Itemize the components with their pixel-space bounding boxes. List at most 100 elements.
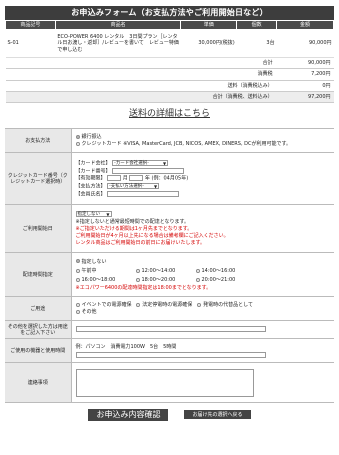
radio-delivery-morning[interactable]: [75, 268, 80, 273]
radio-bank[interactable]: [75, 134, 80, 139]
purpose-options-line: イベントでの電源確保 法定停電時の電源確保 発電時の代替品として: [75, 302, 331, 308]
delivery-option-12-14[interactable]: 12:00〜14:00: [135, 268, 196, 274]
radio-delivery-16-18[interactable]: [75, 277, 80, 282]
purpose-label: ご用途: [5, 296, 72, 321]
start-date-note-4: レンタル商品はご利用開始日の前日にお届けいたします。: [75, 240, 206, 247]
shipping-label: 送料（消費税込み）: [5, 80, 277, 92]
col-header-price: 単価: [180, 20, 238, 30]
radio-delivery-12-14[interactable]: [135, 268, 140, 273]
card-company-line: 【カード会社】 -カード会社選択- ▼: [75, 159, 331, 167]
card-company-select-value: -カード会社選択-: [114, 160, 149, 166]
card-row: クレジットカード番号（クレジットカード選択時） 【カード会社】 -カード会社選択…: [5, 152, 334, 205]
shipping-value: 0円: [276, 80, 334, 92]
card-method-label: 【支払方法】: [75, 183, 106, 190]
delivery-option-18-20[interactable]: 18:00〜20:00: [135, 277, 196, 284]
payment-card-note: ※VISA, MasterCard, JCB, NICOS, AMEX, DIN…: [123, 141, 291, 148]
card-expiry-example: (例：04月05年): [151, 175, 189, 182]
order-options-form: お支払方法 銀行振込 クレジットカード ※VISA, MasterCard, J…: [5, 128, 334, 403]
start-date-select-line: 指定しない ▼: [75, 210, 331, 218]
card-expiry-label: 【有効期限】: [75, 175, 106, 182]
delivery-option-20-21-label: 20:00〜21:00: [201, 277, 236, 284]
purpose-option-other-label: その他: [81, 309, 97, 316]
payment-option-bank[interactable]: 銀行振込: [75, 134, 331, 140]
equipment-label: ご使用の機器と使用時間: [5, 338, 72, 363]
card-number-line: 【カード番号】: [76, 167, 331, 175]
item-amount: 90,000円: [276, 29, 334, 58]
card-expiry-year-input[interactable]: [129, 175, 144, 182]
card-name-line: 【会員氏名】: [75, 190, 331, 198]
delivery-time-note: ※エコパワー6400の配達時間指定は18:00までとなります。: [75, 284, 212, 291]
confirm-order-button[interactable]: お申込み内容確認: [88, 409, 169, 422]
item-qty: 3台: [236, 29, 277, 58]
card-method-select[interactable]: -支払い方法選択- ▼: [107, 183, 160, 190]
delivery-option-16-18[interactable]: 16:00〜18:00: [75, 277, 136, 283]
payment-card-label: クレジットカード: [81, 141, 122, 148]
subtotal-value: 90,000円: [276, 57, 334, 70]
card-expiry-month-input[interactable]: [107, 175, 122, 182]
radio-delivery-14-16[interactable]: [195, 268, 200, 273]
purpose-option-substitute-label: 発電時の代替品として: [203, 302, 253, 308]
card-number-input[interactable]: [112, 167, 185, 174]
purpose-option-event[interactable]: イベントでの電源確保: [75, 302, 132, 308]
col-header-qty: 個数: [236, 20, 278, 30]
radio-purpose-substitute[interactable]: [197, 302, 202, 307]
other-purpose-input[interactable]: [75, 326, 266, 333]
radio-delivery-none[interactable]: [75, 259, 80, 264]
delivery-option-12-14-label: 12:00〜14:00: [141, 268, 176, 274]
order-form-page: お申込みフォーム（お支払方法やご利用開始日など） 商品記号 商品名 単価 個数 …: [0, 0, 339, 455]
card-method-line: 【支払方法】 -支払い方法選択- ▼: [76, 183, 331, 190]
col-header-code: 商品記号: [5, 20, 56, 30]
card-company-label: 【カード会社】: [75, 160, 111, 167]
shipping-details-link[interactable]: 送料の詳細はこちら: [5, 109, 334, 120]
radio-delivery-20-21[interactable]: [195, 277, 200, 282]
radio-delivery-18-20[interactable]: [135, 277, 140, 282]
summary-row-subtotal: 合計 90,000円: [5, 57, 334, 70]
tax-value: 7,200円: [276, 68, 334, 81]
remarks-textarea[interactable]: [75, 368, 254, 397]
purpose-option-other[interactable]: その他: [75, 309, 331, 316]
equipment-input[interactable]: [75, 351, 266, 358]
payment-label: お支払方法: [5, 128, 72, 153]
equipment-example: 例：パソコン 消費電力100W 5台 5時間: [75, 344, 177, 351]
start-date-note-2: ※ご指定いただける期間は1ヶ月先までとなります。: [75, 225, 193, 232]
back-to-delivery-button[interactable]: お届け先の選択へ戻る: [184, 410, 251, 420]
delivery-option-14-16-label: 14:00〜16:00: [201, 268, 236, 274]
delivery-option-none-label: 指定しない: [81, 258, 107, 265]
radio-purpose-other[interactable]: [75, 309, 80, 314]
card-method-select-value: -支払い方法選択-: [109, 184, 144, 190]
radio-purpose-event[interactable]: [75, 302, 80, 307]
col-header-name: 商品名: [54, 20, 182, 30]
purpose-option-outage[interactable]: 法定停電時の電源確保: [136, 302, 192, 308]
card-company-select[interactable]: -カード会社選択- ▼: [112, 159, 169, 166]
summary-row-total: 合計（消費税、送料込み） 97,200円: [5, 91, 334, 104]
delivery-option-14-16[interactable]: 14:00〜16:00: [195, 268, 256, 274]
order-header-row: 商品記号 商品名 単価 個数 金額: [5, 20, 334, 30]
delivery-time-row: 配達時間指定 指定しない 午前中 12:00〜14:00 14:00〜16:00…: [5, 252, 334, 297]
card-name-label: 【会員氏名】: [75, 191, 106, 198]
purpose-option-substitute[interactable]: 発電時の代替品として: [197, 302, 253, 308]
delivery-option-20-21[interactable]: 20:00〜21:00: [195, 277, 256, 284]
payment-bank-label: 銀行振込: [81, 134, 102, 140]
chevron-down-icon: ▼: [106, 211, 110, 217]
item-price: 30,000円(税抜): [180, 29, 237, 58]
equipment-row: ご使用の機器と使用時間 例：パソコン 消費電力100W 5台 5時間: [5, 338, 334, 363]
purpose-option-outage-label: 法定停電時の電源確保: [142, 302, 193, 308]
card-name-input[interactable]: [107, 190, 180, 197]
delivery-option-none[interactable]: 指定しない: [75, 258, 331, 265]
page-title: お申込みフォーム（お支払方法やご利用開始日など）: [5, 6, 334, 20]
radio-card[interactable]: [75, 141, 80, 146]
remarks-row: 連絡事項: [5, 362, 334, 403]
purpose-row: ご用途 イベントでの電源確保 法定停電時の電源確保 発電時の代替品として その他: [5, 296, 334, 321]
radio-purpose-outage[interactable]: [136, 302, 141, 307]
other-purpose-row: その他を選択した方は用途をご記入下さい: [5, 320, 334, 339]
delivery-option-18-20-label: 18:00〜20:00: [141, 277, 176, 284]
start-date-label: ご利用開始日: [5, 204, 72, 253]
start-date-select[interactable]: 指定しない ▼: [75, 210, 112, 217]
chevron-down-icon: ▼: [163, 160, 167, 166]
card-month-unit: 月: [122, 175, 128, 182]
form-buttons: お申込み内容確認 お届け先の選択へ戻る: [5, 409, 334, 422]
delivery-option-morning[interactable]: 午前中: [75, 268, 136, 274]
purpose-option-event-label: イベントでの電源確保: [81, 302, 132, 308]
payment-option-card[interactable]: クレジットカード ※VISA, MasterCard, JCB, NICOS, …: [75, 141, 331, 148]
start-date-select-value: 指定しない: [77, 211, 101, 217]
